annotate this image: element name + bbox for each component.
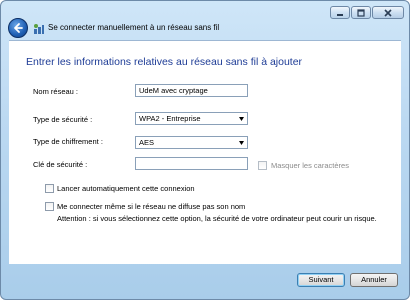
title-bar[interactable]: Se connecter manuellement à un réseau sa…	[1, 1, 409, 39]
connect-hidden-label: Me connecter même si le réseau ne diffus…	[57, 202, 246, 211]
auto-connect-checkbox[interactable]	[45, 184, 54, 193]
security-key-input[interactable]	[135, 157, 248, 170]
window-title: Se connecter manuellement à un réseau sa…	[48, 23, 220, 32]
encryption-type-select[interactable]: AES	[135, 136, 248, 149]
connect-hidden-checkbox[interactable]	[45, 202, 54, 211]
security-type-select[interactable]: WPA2 - Entreprise	[135, 112, 248, 125]
network-name-label: Nom réseau :	[33, 87, 79, 96]
auto-connect-label: Lancer automatiquement cette connexion	[57, 184, 195, 193]
back-arrow-icon	[14, 23, 23, 33]
encryption-type-value: AES	[139, 138, 155, 147]
wireless-network-icon	[34, 24, 44, 34]
security-warning-text: Attention : si vous sélectionnez cette o…	[57, 214, 377, 223]
cancel-button[interactable]: Annuler	[350, 273, 398, 287]
next-button[interactable]: Suivant	[297, 273, 345, 287]
page-heading: Entrer les informations relatives au rés…	[26, 56, 303, 68]
network-name-input[interactable]: UdeM avec cryptage	[135, 84, 248, 97]
minimize-icon	[337, 13, 343, 16]
security-key-label: Clé de sécurité :	[33, 160, 88, 169]
security-type-label: Type de sécurité :	[33, 115, 93, 124]
encryption-type-label: Type de chiffrement :	[33, 137, 103, 146]
security-type-value: WPA2 - Entreprise	[139, 114, 201, 123]
maximize-icon	[357, 8, 365, 17]
window-controls	[330, 6, 404, 19]
close-icon	[384, 8, 392, 17]
close-button[interactable]	[372, 6, 404, 19]
dropdown-arrow-icon	[239, 117, 244, 121]
maximize-button[interactable]	[351, 6, 371, 19]
dialog-window: Se connecter manuellement à un réseau sa…	[0, 0, 410, 300]
minimize-button[interactable]	[330, 6, 350, 19]
hide-characters-label: Masquer les caractères	[271, 161, 349, 170]
dialog-content	[9, 40, 401, 264]
back-button[interactable]	[8, 18, 28, 38]
dropdown-arrow-icon	[239, 141, 244, 145]
hide-characters-checkbox[interactable]	[258, 161, 267, 170]
